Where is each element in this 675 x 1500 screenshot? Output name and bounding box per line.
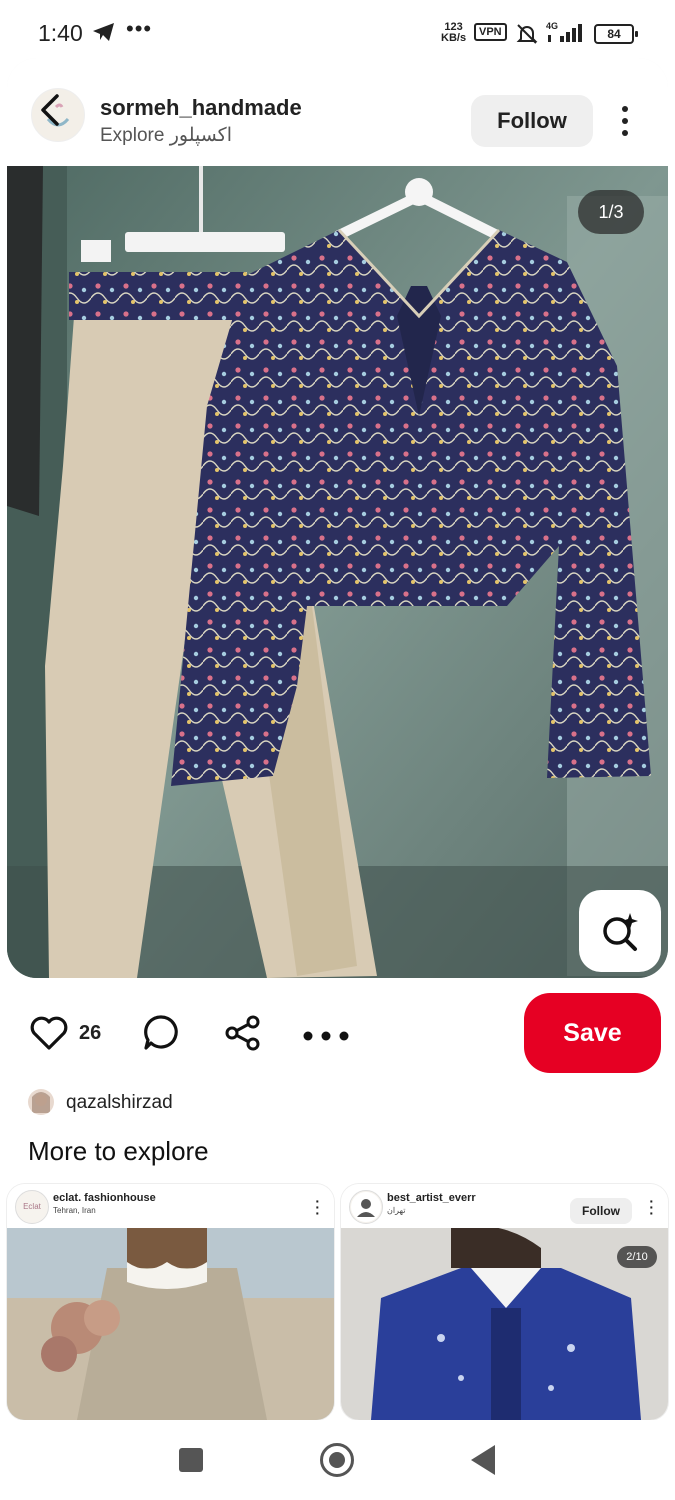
pin-author-username[interactable]: sormeh_handmade	[100, 95, 302, 121]
image-counter-badge: 2/10	[617, 1246, 657, 1268]
section-title: More to explore	[28, 1136, 209, 1166]
explore-card[interactable]: Eclat eclat. fashionhouse Tehran, Iran ·…	[7, 1184, 334, 1420]
pin-card: sormeh_handmade Explore اکسپلور Follow 1…	[7, 58, 668, 978]
bell-off-icon	[515, 22, 539, 51]
follow-button[interactable]: Follow	[570, 1198, 632, 1224]
visual-search-button[interactable]	[579, 890, 661, 972]
like-count: 26	[79, 1022, 102, 1044]
recent-apps-button[interactable]	[179, 1448, 203, 1472]
more-options-icon[interactable]: · · ·	[649, 1194, 654, 1220]
explore-card-username[interactable]: eclat. fashionhouse	[53, 1192, 156, 1204]
back-button[interactable]	[33, 90, 73, 130]
explore-card-header: best_artist_everr تهران Follow · · ·	[341, 1184, 668, 1228]
explore-card[interactable]: best_artist_everr تهران Follow · · · 2/10	[341, 1184, 668, 1420]
avatar[interactable]: Eclat	[15, 1190, 49, 1224]
system-navigation-bar	[0, 1420, 675, 1500]
status-time: 1:40	[38, 20, 83, 46]
comment-icon[interactable]	[142, 1014, 180, 1057]
pin-actions: 26 Save	[0, 990, 675, 1076]
pinner-username[interactable]: qazalshirzad	[66, 1092, 173, 1114]
back-nav-button[interactable]	[471, 1445, 495, 1475]
more-options-icon[interactable]	[619, 106, 631, 136]
battery-indicator: 84	[594, 24, 638, 44]
more-actions-icon[interactable]	[303, 1028, 349, 1046]
image-counter-badge: 1/3	[578, 190, 644, 234]
explore-card-image	[7, 1228, 334, 1420]
telegram-icon	[92, 22, 116, 47]
share-icon[interactable]	[224, 1014, 262, 1057]
vpn-badge: VPN	[474, 23, 507, 41]
follow-button[interactable]: Follow	[471, 95, 593, 147]
visual-search-icon	[603, 913, 638, 951]
explore-card-header: Eclat eclat. fashionhouse Tehran, Iran ·…	[7, 1184, 334, 1228]
pin-image[interactable]	[7, 166, 668, 978]
like-icon[interactable]	[30, 1016, 68, 1055]
save-button[interactable]: Save	[524, 993, 661, 1073]
home-button[interactable]	[320, 1443, 354, 1477]
status-bar: 1:40 ••• 123 KB/s VPN 4G 84	[0, 0, 675, 64]
svg-text:4G: 4G	[546, 21, 558, 31]
more-options-icon[interactable]: · · ·	[315, 1194, 320, 1220]
more-notifications-icon: •••	[126, 16, 153, 41]
explore-card-username[interactable]: best_artist_everr	[387, 1192, 476, 1204]
net-speed: 123 KB/s	[441, 21, 467, 44]
explore-card-location: Tehran, Iran	[53, 1206, 96, 1215]
signal-icon: 4G	[546, 20, 588, 49]
avatar[interactable]	[28, 1089, 54, 1115]
explore-card-location: تهران	[387, 1206, 406, 1215]
pin-header: sormeh_handmade Explore اکسپلور Follow	[7, 58, 668, 166]
avatar[interactable]	[349, 1190, 383, 1224]
pin-board-subtitle[interactable]: Explore اکسپلور	[100, 124, 232, 147]
